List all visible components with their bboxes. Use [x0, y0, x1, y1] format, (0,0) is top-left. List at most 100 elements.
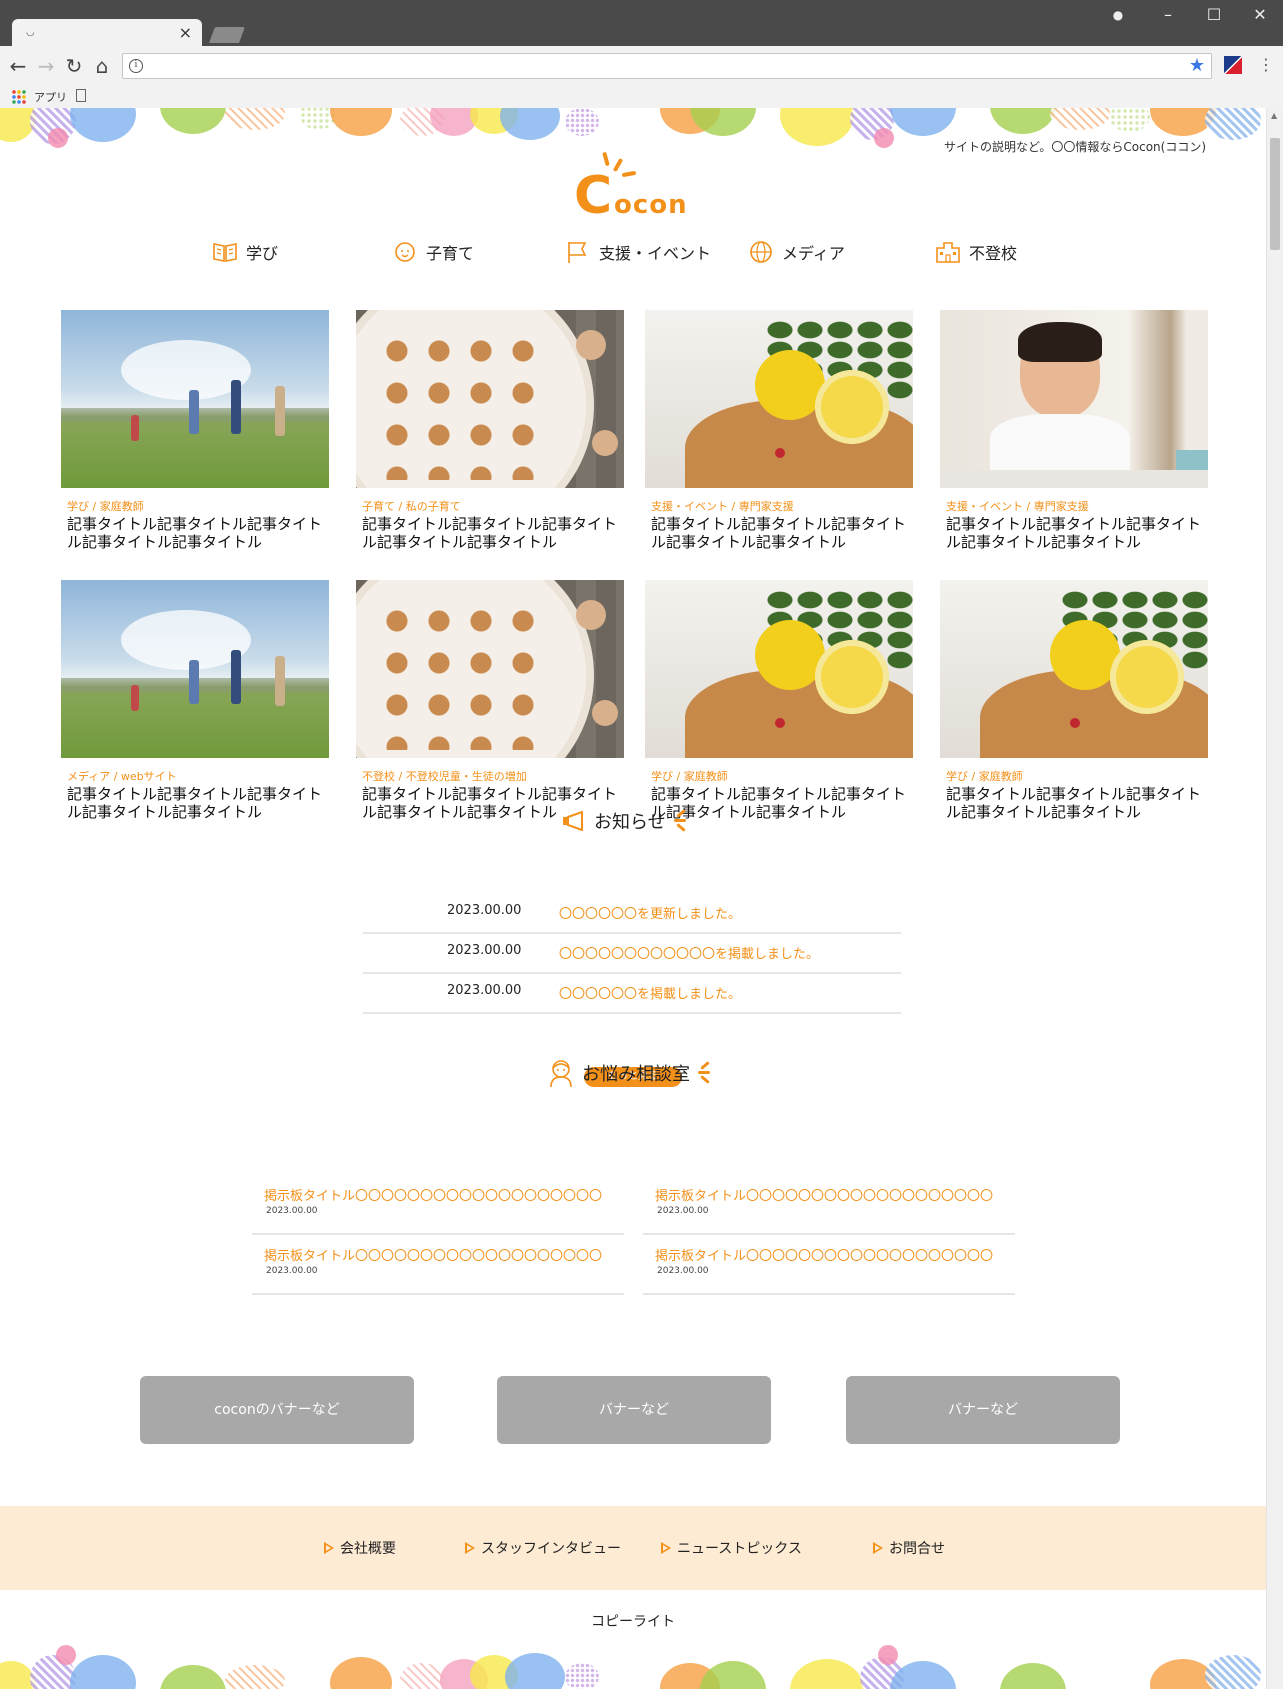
loading-icon: ◡ — [26, 27, 35, 38]
browser-tab[interactable]: ◡ × — [12, 19, 202, 47]
page-bookmark-icon[interactable] — [76, 89, 86, 102]
article-category[interactable]: 子育て / 私の子育て — [362, 498, 461, 514]
nav-label: メディア — [782, 244, 845, 263]
article-thumbnail[interactable] — [61, 310, 329, 488]
tab-close-icon[interactable]: × — [179, 23, 192, 43]
profile-icon[interactable]: ● — [1098, 4, 1138, 26]
article-title[interactable]: 記事タイトル記事タイトル記事タイトル記事タイトル記事タイトル — [651, 785, 911, 821]
cocon-logo[interactable]: C ocon — [570, 151, 710, 226]
bookmark-star-icon[interactable]: ★ — [1189, 56, 1205, 76]
article-card[interactable]: 学び / 家庭教師 記事タイトル記事タイトル記事タイトル記事タイトル記事タイトル — [940, 580, 1208, 830]
news-text[interactable]: 〇〇〇〇〇〇を更新しました。 — [559, 903, 741, 922]
board-item[interactable]: 掲示板タイトル〇〇〇〇〇〇〇〇〇〇〇〇〇〇〇〇〇〇〇 2023.00.00 — [643, 1235, 1015, 1295]
nav-item-kosodate[interactable]: 子育て — [392, 232, 474, 272]
scrollbar[interactable]: ▲ — [1266, 108, 1283, 1689]
article-title[interactable]: 記事タイトル記事タイトル記事タイトル記事タイトル記事タイトル — [67, 785, 327, 821]
logo-c: C — [574, 166, 613, 226]
article-title[interactable]: 記事タイトル記事タイトル記事タイトル記事タイトル記事タイトル — [362, 515, 622, 551]
address-bar[interactable]: i ★ — [122, 53, 1212, 79]
nav-item-futoko[interactable]: 不登校 — [935, 232, 1017, 272]
article-thumbnail[interactable] — [356, 310, 624, 488]
news-date: 2023.00.00 — [447, 903, 522, 918]
board-title[interactable]: 掲示板タイトル〇〇〇〇〇〇〇〇〇〇〇〇〇〇〇〇〇〇〇 — [655, 1245, 993, 1264]
nav-item-shien-event[interactable]: 支援・イベント — [565, 232, 711, 272]
article-card[interactable]: 学び / 家庭教師 記事タイトル記事タイトル記事タイトル記事タイトル記事タイトル — [61, 310, 329, 560]
article-category[interactable]: 不登校 / 不登校児童・生徒の増加 — [362, 768, 527, 784]
news-text[interactable]: 〇〇〇〇〇〇を掲載しました。 — [559, 983, 741, 1002]
reload-button[interactable]: ↻ — [62, 54, 86, 78]
article-category[interactable]: 支援・イベント / 専門家支援 — [946, 498, 1089, 514]
footer-link-label: 会社概要 — [340, 1541, 396, 1557]
maximize-button[interactable]: ☐ — [1194, 4, 1234, 26]
article-card[interactable]: 支援・イベント / 専門家支援 記事タイトル記事タイトル記事タイトル記事タイトル記… — [940, 310, 1208, 560]
article-thumbnail[interactable] — [645, 580, 913, 758]
banner-2[interactable]: バナーなど — [497, 1376, 771, 1444]
article-thumbnail[interactable] — [940, 310, 1208, 488]
article-category[interactable]: 学び / 家庭教師 — [946, 768, 1023, 784]
scrollbar-thumb[interactable] — [1270, 138, 1280, 250]
article-category[interactable]: メディア / webサイト — [67, 768, 177, 784]
article-thumbnail[interactable] — [645, 310, 913, 488]
article-category[interactable]: 学び / 家庭教師 — [67, 498, 144, 514]
triangle-icon — [873, 1542, 883, 1554]
news-text[interactable]: 〇〇〇〇〇〇〇〇〇〇〇〇を掲載しました。 — [559, 943, 819, 962]
board-title[interactable]: 掲示板タイトル〇〇〇〇〇〇〇〇〇〇〇〇〇〇〇〇〇〇〇 — [264, 1185, 602, 1204]
school-icon — [936, 242, 960, 263]
apps-bookmark[interactable]: アプリ — [34, 89, 67, 105]
board-title[interactable]: 掲示板タイトル〇〇〇〇〇〇〇〇〇〇〇〇〇〇〇〇〇〇〇 — [655, 1185, 993, 1204]
article-thumbnail[interactable] — [61, 580, 329, 758]
scroll-up-icon[interactable]: ▲ — [1271, 111, 1277, 120]
nav-item-manabi[interactable]: 学び — [212, 232, 278, 272]
back-button[interactable]: ← — [6, 54, 30, 78]
news-item[interactable]: 2023.00.00 〇〇〇〇〇〇を更新しました。 — [363, 894, 901, 934]
accent-icon — [673, 809, 690, 832]
article-card[interactable]: 学び / 家庭教師 記事タイトル記事タイトル記事タイトル記事タイトル記事タイトル — [645, 580, 913, 830]
nav-item-media[interactable]: メディア — [748, 232, 845, 272]
news-date: 2023.00.00 — [447, 943, 522, 958]
title-bar: ◡ × ● – ☐ ✕ — [0, 0, 1283, 47]
article-thumbnail[interactable] — [940, 580, 1208, 758]
article-title[interactable]: 記事タイトル記事タイトル記事タイトル記事タイトル記事タイトル — [651, 515, 911, 551]
bookmarks-bar: アプリ — [0, 86, 1283, 108]
triangle-icon — [324, 1542, 334, 1554]
article-category[interactable]: 支援・イベント / 専門家支援 — [651, 498, 794, 514]
article-card[interactable]: 子育て / 私の子育て 記事タイトル記事タイトル記事タイトル記事タイトル記事タイト… — [356, 310, 624, 560]
footer-link-staff[interactable]: スタッフインタビュー — [465, 1538, 621, 1558]
extension-icon[interactable] — [1224, 56, 1242, 74]
news-item[interactable]: 2023.00.00 〇〇〇〇〇〇〇〇〇〇〇〇を掲載しました。 — [363, 934, 901, 974]
close-window-button[interactable]: ✕ — [1240, 4, 1280, 26]
flag-icon — [568, 242, 587, 263]
news-date: 2023.00.00 — [447, 983, 522, 998]
footer-link-company[interactable]: 会社概要 — [324, 1538, 396, 1558]
banner-3[interactable]: バナーなど — [846, 1376, 1120, 1444]
article-title[interactable]: 記事タイトル記事タイトル記事タイトル記事タイトル記事タイトル — [67, 515, 327, 551]
forward-button[interactable]: → — [34, 54, 58, 78]
footer-link-label: お問合せ — [889, 1541, 945, 1557]
minimize-button[interactable]: – — [1148, 4, 1188, 26]
news-heading: お知らせ — [562, 808, 690, 834]
banner-cocon[interactable]: coconのバナーなど — [140, 1376, 414, 1444]
info-icon[interactable]: i — [129, 59, 143, 73]
board-date: 2023.00.00 — [657, 1266, 709, 1276]
board-title[interactable]: 掲示板タイトル〇〇〇〇〇〇〇〇〇〇〇〇〇〇〇〇〇〇〇 — [264, 1245, 602, 1264]
board-item[interactable]: 掲示板タイトル〇〇〇〇〇〇〇〇〇〇〇〇〇〇〇〇〇〇〇 2023.00.00 — [643, 1175, 1015, 1235]
browser-menu-icon[interactable]: ⋮ — [1258, 55, 1274, 74]
article-title[interactable]: 記事タイトル記事タイトル記事タイトル記事タイトル記事タイトル — [946, 785, 1206, 821]
news-item[interactable]: 2023.00.00 〇〇〇〇〇〇を掲載しました。 — [363, 974, 901, 1014]
article-title[interactable]: 記事タイトル記事タイトル記事タイトル記事タイトル記事タイトル — [946, 515, 1206, 551]
article-card[interactable]: 不登校 / 不登校児童・生徒の増加 記事タイトル記事タイトル記事タイトル記事タイト… — [356, 580, 624, 830]
article-card[interactable]: メディア / webサイト 記事タイトル記事タイトル記事タイトル記事タイトル記事タ… — [61, 580, 329, 830]
article-thumbnail[interactable] — [356, 580, 624, 758]
apps-grid-icon[interactable] — [12, 90, 26, 104]
site-tagline: サイトの説明など。〇〇情報ならCocon(ココン) — [943, 140, 1206, 154]
board-item[interactable]: 掲示板タイトル〇〇〇〇〇〇〇〇〇〇〇〇〇〇〇〇〇〇〇 2023.00.00 — [252, 1175, 624, 1235]
home-button[interactable]: ⌂ — [90, 54, 114, 78]
article-category[interactable]: 学び / 家庭教師 — [651, 768, 728, 784]
article-card[interactable]: 支援・イベント / 専門家支援 記事タイトル記事タイトル記事タイトル記事タイトル記… — [645, 310, 913, 560]
browser-chrome: ◡ × ● – ☐ ✕ ← → ↻ ⌂ i ★ ⋮ アプリ — [0, 0, 1283, 108]
new-tab-button[interactable] — [209, 27, 245, 43]
nav-label: 不登校 — [969, 244, 1018, 263]
board-item[interactable]: 掲示板タイトル〇〇〇〇〇〇〇〇〇〇〇〇〇〇〇〇〇〇〇 2023.00.00 — [252, 1235, 624, 1295]
footer-link-contact[interactable]: お問合せ — [873, 1538, 945, 1558]
footer-link-news[interactable]: ニューストピックス — [661, 1538, 802, 1558]
